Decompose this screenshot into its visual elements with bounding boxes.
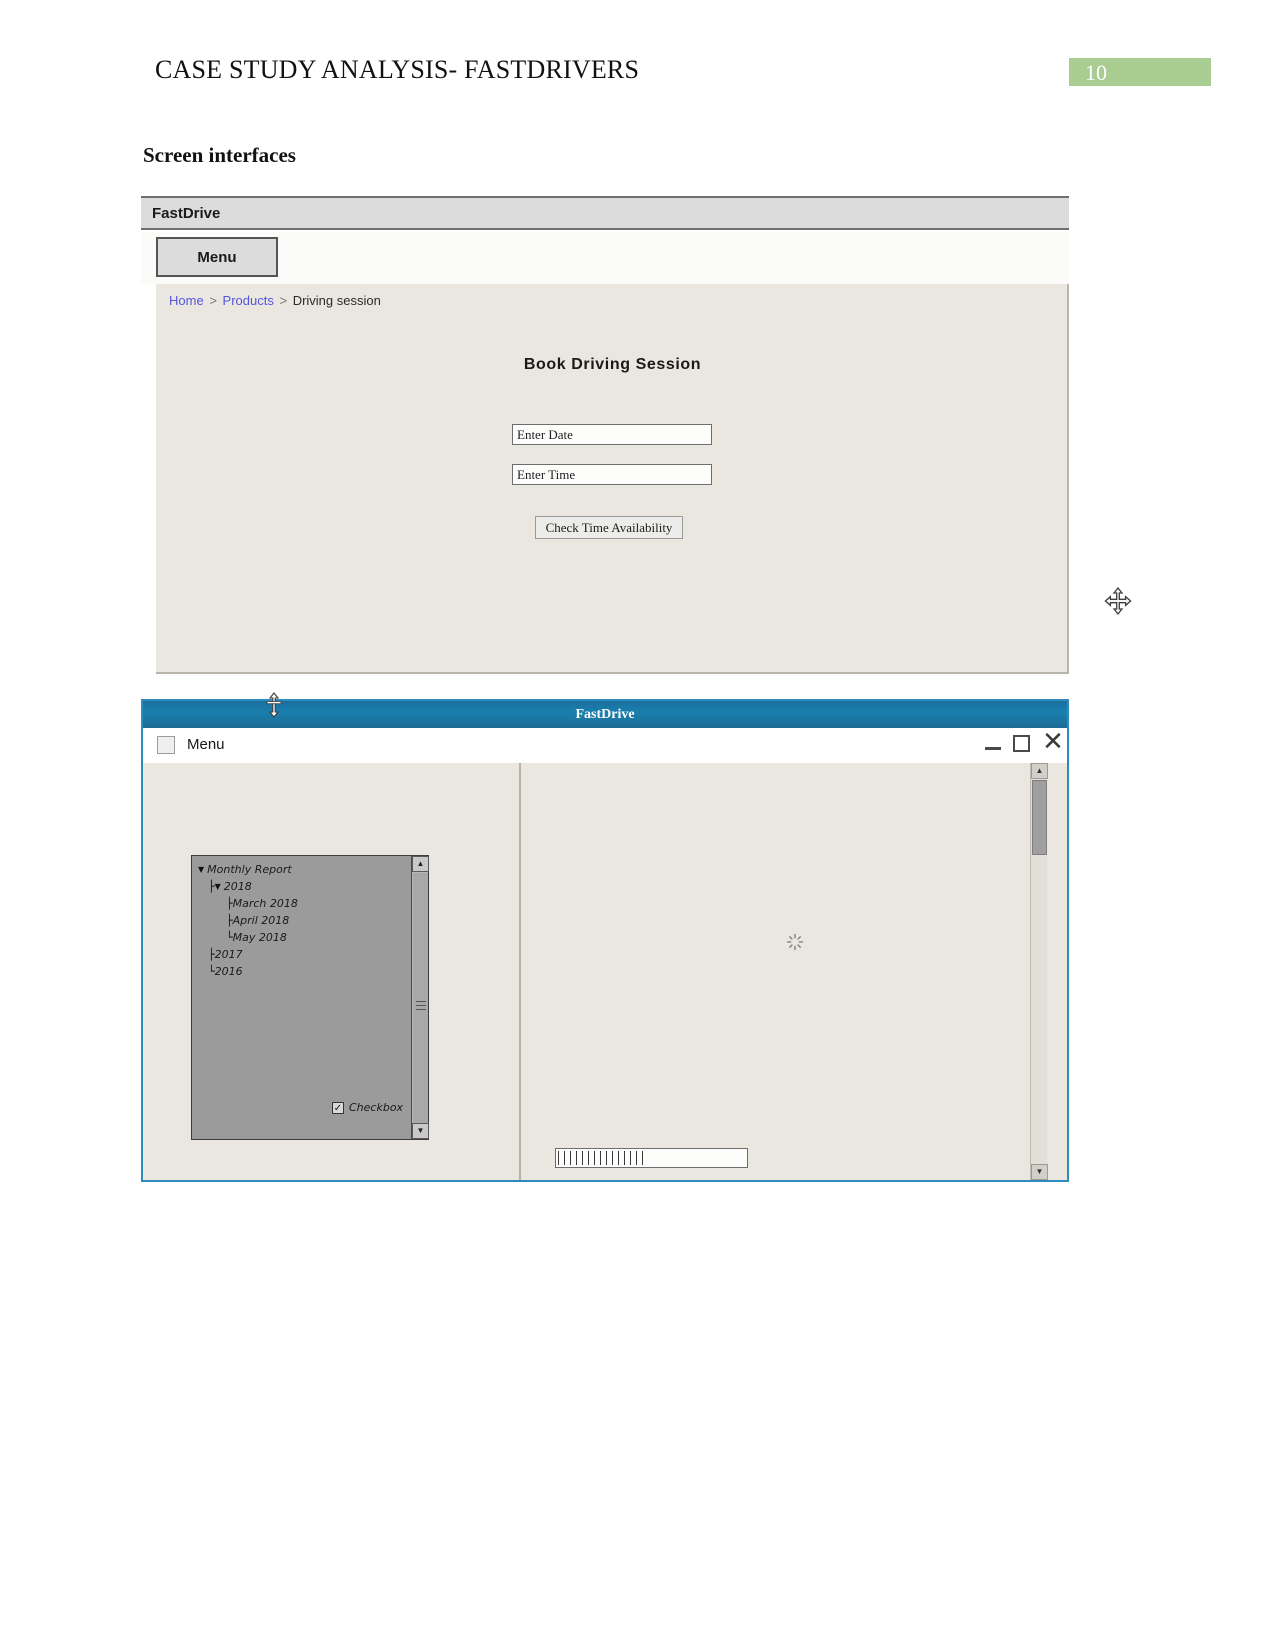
scroll-down-icon[interactable]: ▼: [412, 1123, 429, 1139]
mockup2-menubar: Menu ✕: [143, 728, 1067, 763]
close-button[interactable]: ✕: [1040, 728, 1066, 756]
tree-node-march-2018[interactable]: ├ March 2018: [198, 895, 398, 912]
tree-node-2017[interactable]: ├ 2017: [198, 946, 398, 963]
move-cursor-icon: [1103, 586, 1133, 616]
tree-branch-icon: ├: [208, 948, 215, 961]
scroll-up-icon[interactable]: ▲: [412, 856, 429, 872]
mockup-window-reports: FastDrive Menu ✕ ▼ Monthly Report ├ ▼ 20…: [141, 692, 1069, 1182]
mockup1-menubar: Menu: [141, 232, 1069, 284]
scrollbar-grip-icon: [416, 1001, 426, 1010]
scrollbar-thumb[interactable]: [413, 873, 428, 1138]
breadcrumb: Home > Products > Driving session: [169, 293, 381, 308]
tree-node-label: 2018: [223, 880, 252, 893]
tree-node-list: ▼ Monthly Report ├ ▼ 2018 ├ March 2018 ├: [198, 861, 398, 980]
page-number: 10: [1085, 60, 1107, 85]
tree-scrollbar[interactable]: ▲ ▼: [411, 856, 429, 1139]
scrollbar-thumb[interactable]: [1032, 780, 1047, 855]
breadcrumb-separator: >: [209, 293, 217, 308]
scroll-up-icon[interactable]: ▲: [1031, 763, 1048, 779]
mockup2-content-area: ▼ Monthly Report ├ ▼ 2018 ├ March 2018 ├: [143, 763, 1067, 1180]
mockup1-app-title: FastDrive: [152, 205, 221, 222]
breadcrumb-item-products[interactable]: Products: [223, 293, 274, 308]
checkbox-label: Checkbox: [349, 1101, 404, 1114]
form-title: Book Driving Session: [523, 356, 702, 373]
menu-button[interactable]: Menu: [156, 237, 278, 277]
mockup1-content-area: Home > Products > Driving session Book D…: [156, 284, 1069, 674]
tree-node-label: Monthly Report: [207, 863, 292, 876]
chevron-down-icon[interactable]: ▼: [198, 861, 204, 878]
minimize-button[interactable]: [983, 732, 1005, 754]
mockup2-titlebar: FastDrive: [143, 692, 1067, 728]
scroll-down-icon[interactable]: ▼: [1031, 1164, 1048, 1180]
tree-branch-icon: ├: [226, 897, 233, 910]
enter-date-input[interactable]: Enter Date: [512, 424, 712, 445]
tree-node-2016[interactable]: └ 2016: [198, 963, 398, 980]
breadcrumb-item-home[interactable]: Home: [169, 293, 204, 308]
tree-node-label: April 2018: [232, 914, 290, 927]
mockup1-titlebar: FastDrive: [141, 196, 1069, 230]
content-scrollbar[interactable]: ▲ ▼: [1030, 763, 1048, 1180]
chevron-down-icon[interactable]: ▼: [215, 878, 221, 895]
progress-input-field[interactable]: [555, 1148, 748, 1168]
page-title: CASE STUDY ANALYSIS- FASTDRIVERS: [155, 55, 640, 84]
menu-checkbox-icon[interactable]: [157, 736, 175, 754]
checkbox-icon[interactable]: ✓: [332, 1101, 344, 1114]
tree-node-label: March 2018: [232, 897, 298, 910]
menu-label[interactable]: Menu: [187, 736, 225, 753]
check-time-availability-button[interactable]: Check Time Availability: [535, 516, 683, 539]
tree-node-2018[interactable]: ├ ▼ 2018: [198, 878, 398, 895]
mockup2-app-title: FastDrive: [575, 706, 635, 722]
enter-time-input[interactable]: Enter Time: [512, 464, 712, 485]
tree-node-label: May 2018: [232, 931, 287, 944]
tree-branch-icon: └: [226, 931, 233, 944]
loading-spinner-icon: [786, 933, 804, 951]
progress-fill: [558, 1151, 643, 1165]
tree-branch-icon: └: [208, 965, 215, 978]
left-pane: ▼ Monthly Report ├ ▼ 2018 ├ March 2018 ├: [148, 763, 521, 1180]
section-heading: Screen interfaces: [143, 143, 296, 167]
tree-node-april-2018[interactable]: ├ April 2018: [198, 912, 398, 929]
tree-node-label: 2017: [214, 948, 243, 961]
tree-branch-icon: ├: [226, 914, 233, 927]
maximize-button[interactable]: [1011, 732, 1033, 754]
resize-vertical-cursor-icon: [261, 692, 287, 718]
tree-node-may-2018[interactable]: └ May 2018: [198, 929, 398, 946]
document-header: CASE STUDY ANALYSIS- FASTDRIVERS 10: [0, 0, 1275, 110]
breadcrumb-item-current: Driving session: [292, 293, 381, 308]
tree-view[interactable]: ▼ Monthly Report ├ ▼ 2018 ├ March 2018 ├: [191, 855, 429, 1140]
tree-node-monthly-report[interactable]: ▼ Monthly Report: [198, 861, 398, 878]
tree-branch-icon: ├: [208, 880, 215, 893]
mockup-window-booking: FastDrive Menu Home > Products > Driving…: [141, 196, 1132, 674]
tree-checkbox-row[interactable]: ✓ Checkbox: [332, 1101, 403, 1114]
tree-node-label: 2016: [214, 965, 243, 978]
breadcrumb-separator: >: [279, 293, 288, 308]
right-pane: ▲ ▼: [522, 763, 1049, 1180]
